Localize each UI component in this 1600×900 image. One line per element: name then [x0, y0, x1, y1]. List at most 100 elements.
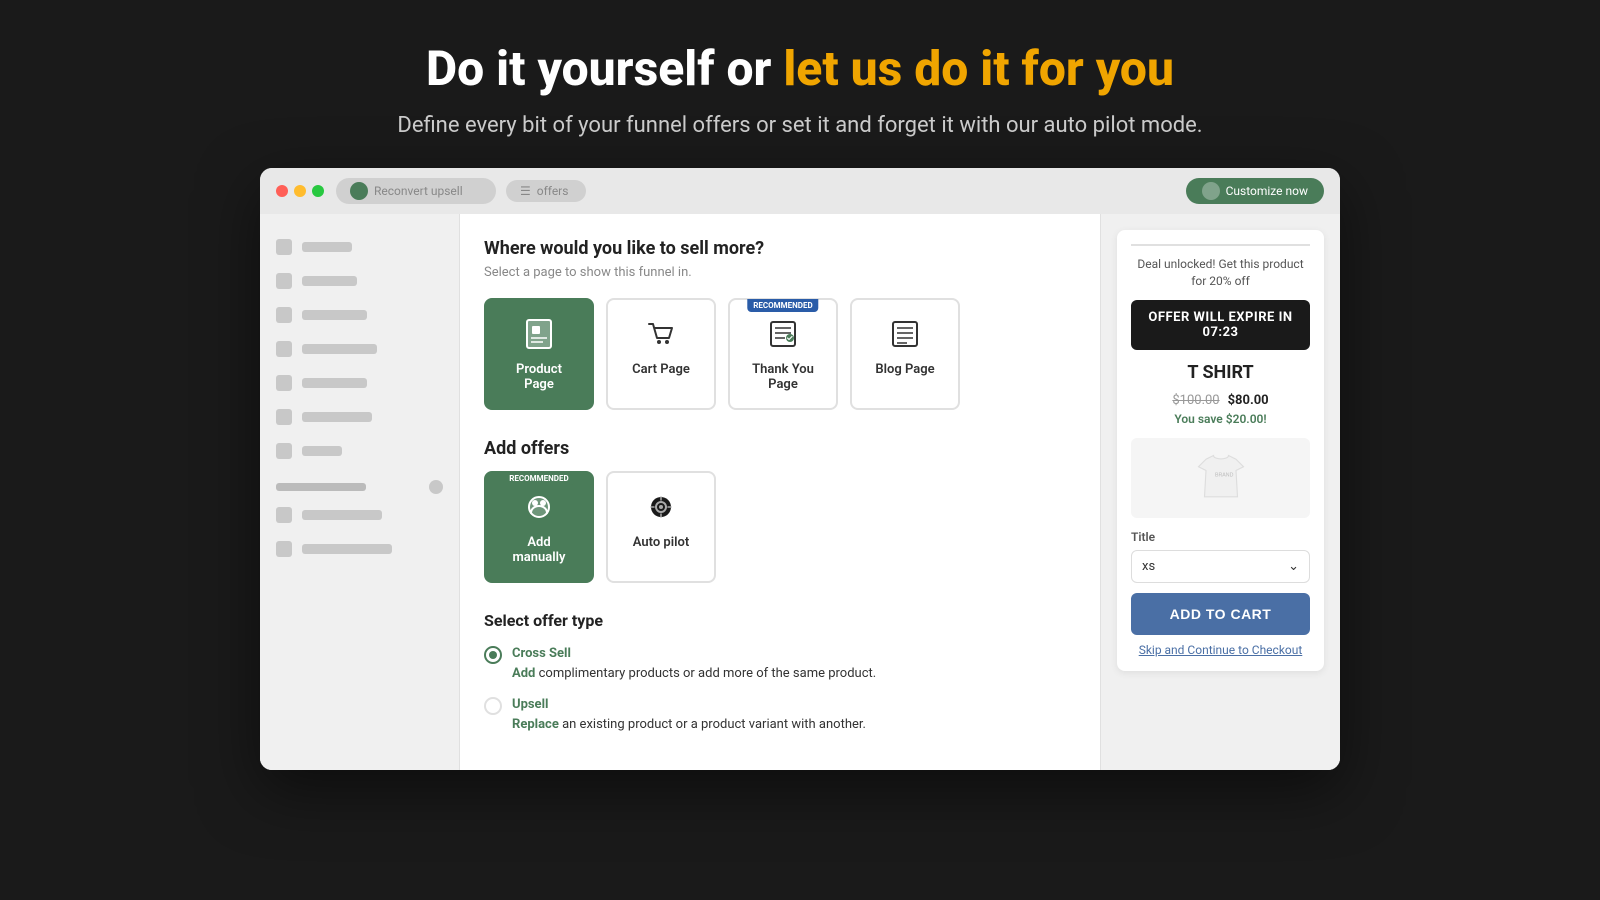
sidebar-item-customers[interactable] — [260, 332, 459, 366]
add-manually-label: Add manually — [502, 535, 576, 565]
sidebar-discounts-label — [302, 412, 372, 422]
hero-heading-highlight: let us do it for you — [783, 40, 1174, 97]
product-name: T SHIRT — [1131, 362, 1310, 383]
offer-cards-row: RECOMMENDED Add manually — [484, 471, 1076, 583]
online-store-icon — [276, 507, 292, 523]
add-manually-icon — [521, 489, 557, 525]
logo-circle-icon — [350, 182, 368, 200]
price-sale: $80.00 — [1228, 393, 1269, 408]
skip-checkout-link[interactable]: Skip and Continue to Checkout — [1131, 643, 1310, 657]
page-card-cart[interactable]: Cart Page — [606, 298, 716, 410]
price-row: $100.00 $80.00 — [1131, 389, 1310, 408]
recommended-badge-manual: RECOMMENDED — [503, 472, 574, 485]
sidebar-item-home[interactable] — [260, 230, 459, 264]
discounts-icon — [276, 409, 292, 425]
sidebar-item-discounts[interactable] — [260, 400, 459, 434]
chevron-down-icon: ⌄ — [1288, 559, 1299, 574]
products-icon — [276, 307, 292, 323]
tshirt-svg: BRAND — [1191, 448, 1251, 508]
sidebar-pos-label — [302, 544, 392, 554]
sidebar-sales-label — [302, 446, 342, 456]
tab-icon: ☰ — [520, 184, 531, 198]
section-collapse-icon[interactable] — [429, 480, 443, 494]
upsell-radio[interactable] — [484, 697, 502, 715]
browser-window: Reconvert upsell ☰ offers Customize now — [260, 168, 1340, 770]
pos-icon — [276, 541, 292, 557]
sidebar-item-orders[interactable] — [260, 264, 459, 298]
sidebar-item-point-of-sale[interactable] — [260, 532, 459, 566]
logo-label: Reconvert upsell — [374, 184, 463, 198]
cross-sell-text: Cross Sell Add complimentary products or… — [512, 644, 876, 683]
browser-tab-pill[interactable]: ☰ offers — [506, 180, 586, 202]
page-card-product[interactable]: Product Page — [484, 298, 594, 410]
sidebar-section-label — [260, 468, 459, 498]
hero-heading-normal: Do it yourself or — [426, 40, 783, 97]
deal-card: Deal unlocked! Get this product for 20% … — [1117, 230, 1324, 671]
tab-label: offers — [537, 184, 569, 198]
sidebar-products-label — [302, 310, 367, 320]
upsell-label: Upsell — [512, 697, 548, 712]
offer-card-autopilot[interactable]: Auto pilot — [606, 471, 716, 583]
blog-page-icon — [887, 316, 923, 352]
page-card-thank-you[interactable]: RECOMMENDED Thank You Page — [728, 298, 838, 410]
upsell-text: Upsell Replace an existing product or a … — [512, 695, 866, 734]
cross-sell-add: Add complimentary products or add more o… — [512, 666, 876, 681]
offer-type-title: Select offer type — [484, 611, 1076, 630]
browser-logo-pill: Reconvert upsell — [336, 178, 496, 204]
deal-unlock-text: Deal unlocked! Get this product for 20% … — [1131, 256, 1310, 290]
cross-sell-label: Cross Sell — [512, 646, 571, 661]
cross-sell-radio[interactable] — [484, 646, 502, 664]
price-original: $100.00 — [1172, 393, 1219, 408]
page-type-cards: Product Page Cart Page RECOMMEN — [484, 298, 1076, 410]
customers-icon — [276, 341, 292, 357]
sidebar-orders-label — [302, 276, 357, 286]
title-label: Title — [1131, 530, 1310, 544]
action-circle-icon — [1202, 182, 1220, 200]
upsell-replace: Replace an existing product or a product… — [512, 717, 866, 732]
sidebar-online-store-label — [302, 510, 382, 520]
sidebar-item-analytics[interactable] — [260, 366, 459, 400]
auto-pilot-icon — [643, 489, 679, 525]
upsell-option[interactable]: Upsell Replace an existing product or a … — [484, 695, 1076, 734]
browser-toolbar: Reconvert upsell ☰ offers Customize now — [260, 168, 1340, 214]
where-to-sell-title: Where would you like to sell more? — [484, 238, 1076, 259]
recommended-badge-thank-you: RECOMMENDED — [747, 299, 818, 312]
section-label-text — [276, 483, 366, 491]
browser-dots — [276, 185, 324, 197]
product-page-icon — [521, 316, 557, 352]
minimize-dot[interactable] — [294, 185, 306, 197]
cross-sell-option[interactable]: Cross Sell Add complimentary products or… — [484, 644, 1076, 683]
cart-page-label: Cart Page — [632, 362, 690, 377]
hero-subtext: Define every bit of your funnel offers o… — [397, 113, 1202, 138]
browser-url-area: Reconvert upsell ☰ offers — [336, 178, 1174, 204]
maximize-dot[interactable] — [312, 185, 324, 197]
deal-divider — [1131, 244, 1310, 246]
size-select[interactable]: xs ⌄ — [1131, 550, 1310, 583]
svg-text:BRAND: BRAND — [1215, 472, 1234, 478]
hero-heading: Do it yourself or let us do it for you — [426, 40, 1174, 97]
blog-page-label: Blog Page — [875, 362, 934, 377]
cart-page-icon — [643, 316, 679, 352]
home-icon — [276, 239, 292, 255]
offer-card-manual[interactable]: RECOMMENDED Add manually — [484, 471, 594, 583]
sidebar — [260, 214, 460, 770]
price-save: You save $20.00! — [1131, 412, 1310, 426]
thank-you-page-label: Thank You Page — [746, 362, 820, 392]
auto-pilot-label: Auto pilot — [633, 535, 689, 550]
browser-body: Where would you like to sell more? Selec… — [260, 214, 1340, 770]
analytics-icon — [276, 375, 292, 391]
add-offers-title: Add offers — [484, 438, 1076, 459]
sidebar-home-label — [302, 242, 352, 252]
sidebar-item-sales[interactable] — [260, 434, 459, 468]
customize-now-button[interactable]: Customize now — [1186, 178, 1324, 204]
product-image: BRAND — [1131, 438, 1310, 518]
close-dot[interactable] — [276, 185, 288, 197]
sidebar-item-products[interactable] — [260, 298, 459, 332]
sidebar-item-online-store[interactable] — [260, 498, 459, 532]
add-to-cart-button[interactable]: ADD TO CART — [1131, 593, 1310, 635]
main-content: Where would you like to sell more? Selec… — [460, 214, 1100, 770]
sidebar-customers-label — [302, 344, 377, 354]
action-label: Customize now — [1226, 184, 1308, 198]
page-card-blog[interactable]: Blog Page — [850, 298, 960, 410]
size-value: xs — [1142, 559, 1155, 574]
